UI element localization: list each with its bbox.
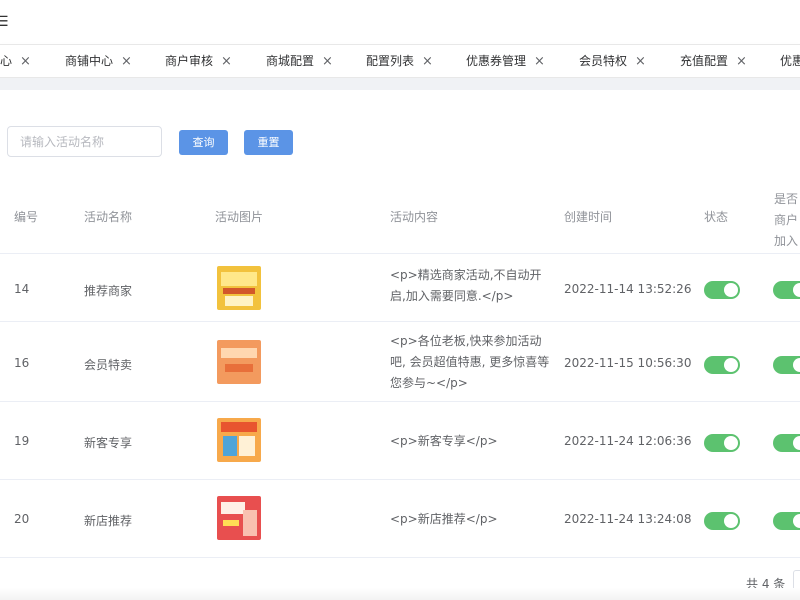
row-content: <p>精选商家活动,不自动开启,加入需要同意.</p> <box>390 268 542 303</box>
reset-button[interactable]: 重置 <box>244 130 293 155</box>
tab-item[interactable]: 商铺中心 × <box>65 45 132 77</box>
header-join: 是否 商户 加入 <box>774 189 798 252</box>
row-name: 新店推荐 <box>84 514 133 528</box>
tab-label: 商铺中心 <box>65 54 114 68</box>
row-id: 14 <box>14 282 30 296</box>
bottom-shadow <box>0 588 800 600</box>
tab-item[interactable]: 心 × <box>0 45 31 77</box>
tab-item[interactable]: 优惠 <box>780 45 800 77</box>
close-icon[interactable]: × <box>121 54 132 69</box>
row-id: 19 <box>14 434 30 448</box>
close-icon[interactable]: × <box>221 54 232 69</box>
close-icon[interactable]: × <box>635 54 646 69</box>
tab-label: 配置列表 <box>366 54 415 68</box>
tab-item[interactable]: 充值配置 × <box>680 45 747 77</box>
activity-image <box>217 496 261 540</box>
content-divider <box>0 78 800 90</box>
header-created: 创建时间 <box>564 210 613 224</box>
close-icon[interactable]: × <box>20 54 31 69</box>
row-content: <p>各位老板,快来参加活动吧, 会员超值特惠, 更多惊喜等您参与~</p> <box>390 334 550 390</box>
join-toggle[interactable] <box>773 356 800 374</box>
row-created-time: 2022-11-15 10:56:30 <box>564 356 692 370</box>
header-status: 状态 <box>704 210 729 224</box>
activity-image <box>217 340 261 384</box>
row-name: 会员特卖 <box>84 358 133 372</box>
header-name: 活动名称 <box>84 210 133 224</box>
tab-label: 商城配置 <box>266 54 315 68</box>
close-icon[interactable]: × <box>422 54 433 69</box>
join-toggle[interactable] <box>773 434 800 452</box>
tab-label: 心 <box>0 54 13 68</box>
tab-label: 充值配置 <box>680 54 729 68</box>
status-toggle[interactable] <box>704 281 740 299</box>
header-join-line: 加入 <box>774 234 799 248</box>
close-icon[interactable]: × <box>534 54 545 69</box>
join-toggle[interactable] <box>773 281 800 299</box>
activity-image <box>217 266 261 310</box>
tab-bar: 心 × 商铺中心 × 商户审核 × 商城配置 × 配置列表 × 优惠券管理 × 会员特权 × … <box>0 44 800 78</box>
top-header: ☰ <box>0 0 800 44</box>
table-header: 编号 活动名称 活动图片 活动内容 创建时间 状态 是否 商户 加入 <box>0 182 800 254</box>
close-icon[interactable]: × <box>322 54 333 69</box>
header-image: 活动图片 <box>215 210 264 224</box>
row-id: 16 <box>14 356 30 370</box>
tab-label: 商户审核 <box>165 54 214 68</box>
table-row: 14 推荐商家 <p>精选商家活动,不自动开启,加入需要同意.</p> 2022… <box>0 254 800 322</box>
row-created-time: 2022-11-24 12:06:36 <box>564 434 692 448</box>
tab-label: 优惠券管理 <box>466 54 527 68</box>
close-icon[interactable]: × <box>736 54 747 69</box>
row-content: <p>新客专享</p> <box>390 434 498 448</box>
status-toggle[interactable] <box>704 434 740 452</box>
status-toggle[interactable] <box>704 356 740 374</box>
table-row: 20 新店推荐 <p>新店推荐</p> 2022-11-24 13:24:08 <box>0 480 800 558</box>
status-toggle[interactable] <box>704 512 740 530</box>
query-button[interactable]: 查询 <box>179 130 228 155</box>
activity-image <box>217 418 261 462</box>
row-name: 新客专享 <box>84 436 133 450</box>
row-created-time: 2022-11-14 13:52:26 <box>564 282 692 296</box>
tab-item[interactable]: 配置列表 × <box>366 45 433 77</box>
table-row: 16 会员特卖 <p>各位老板,快来参加活动吧, 会员超值特惠, 更多惊喜等您参… <box>0 322 800 402</box>
header-join-line: 商户 <box>774 213 799 227</box>
header-join-line: 是否 <box>774 192 799 206</box>
row-name: 推荐商家 <box>84 284 133 298</box>
tab-item[interactable]: 商户审核 × <box>165 45 232 77</box>
tab-label: 优惠 <box>780 54 800 68</box>
join-toggle[interactable] <box>773 512 800 530</box>
row-id: 20 <box>14 512 30 526</box>
header-id: 编号 <box>14 210 39 224</box>
tab-label: 会员特权 <box>579 54 628 68</box>
tab-item[interactable]: 会员特权 × <box>579 45 646 77</box>
tab-item[interactable]: 优惠券管理 × <box>466 45 545 77</box>
tab-item[interactable]: 商城配置 × <box>266 45 333 77</box>
row-created-time: 2022-11-24 13:24:08 <box>564 512 692 526</box>
hamburger-icon[interactable]: ☰ <box>0 14 9 30</box>
header-content: 活动内容 <box>390 210 439 224</box>
table-row: 19 新客专享 <p>新客专享</p> 2022-11-24 12:06:36 <box>0 402 800 480</box>
row-content: <p>新店推荐</p> <box>390 512 498 526</box>
activity-name-search-input[interactable] <box>7 126 162 157</box>
